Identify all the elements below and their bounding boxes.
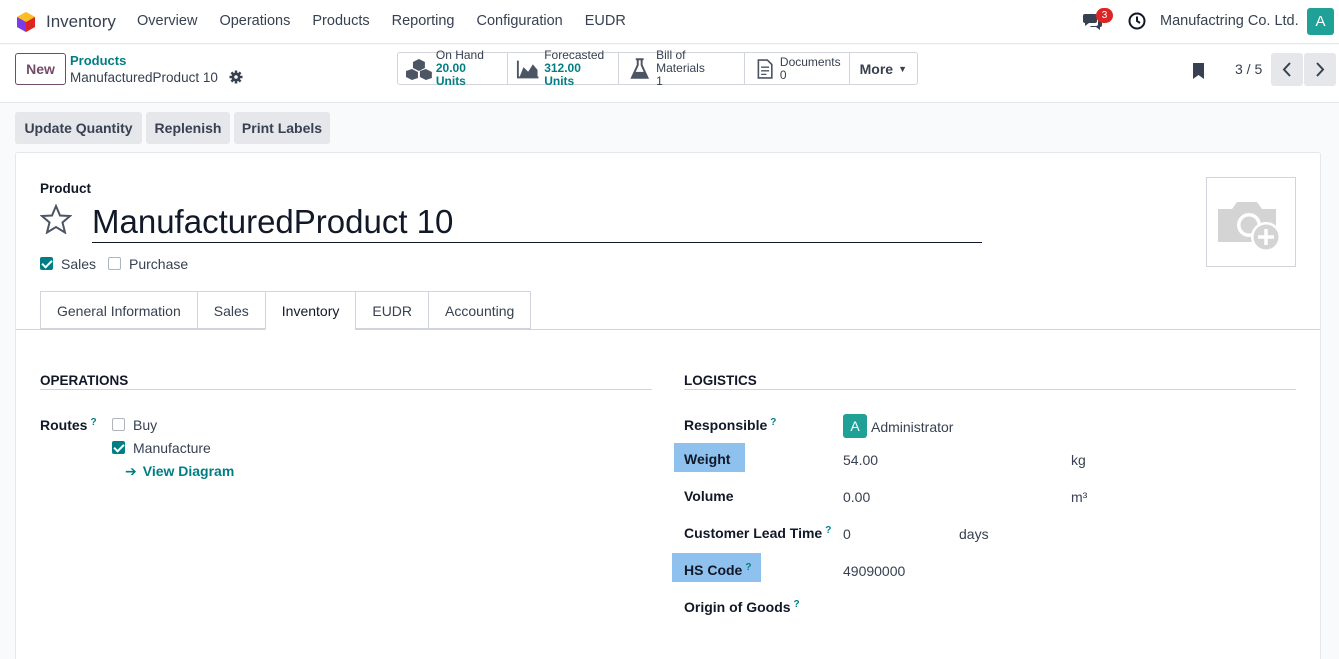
bom-value: 1	[656, 74, 663, 88]
top-navbar: Inventory Overview Operations Products R…	[0, 0, 1339, 44]
hs-code-help-icon[interactable]: ?	[745, 562, 751, 573]
app-name[interactable]: Inventory	[46, 12, 116, 32]
print-labels-button[interactable]: Print Labels	[234, 112, 330, 144]
responsible-field[interactable]: Administrator	[871, 419, 953, 435]
company-switcher[interactable]: Manufactring Co. Ltd.	[1160, 13, 1299, 29]
caret-down-icon: ▼	[898, 63, 907, 74]
on-hand-value: 20.00 Units	[435, 61, 466, 88]
tab-general-information[interactable]: General Information	[40, 291, 197, 329]
product-image-upload[interactable]	[1206, 177, 1296, 267]
product-label: Product	[40, 181, 92, 196]
product-name-input[interactable]: ManufacturedProduct 10	[92, 200, 982, 243]
bom-label: Bill of Materials	[656, 48, 705, 75]
new-button[interactable]: New	[15, 53, 66, 85]
smart-button-bom[interactable]: Bill of Materials 1	[619, 49, 745, 88]
area-chart-icon	[516, 60, 539, 78]
volume-field[interactable]: 0.00	[843, 489, 870, 505]
purchase-checkbox[interactable]	[108, 257, 121, 270]
sales-checkbox-label: Sales	[61, 256, 97, 272]
purchase-checkbox-label: Purchase	[129, 256, 189, 272]
weight-unit: kg	[1071, 452, 1086, 468]
tab-divider	[16, 329, 1320, 330]
hs-code-label-text: HS Code	[684, 562, 743, 578]
weight-label: Weight	[684, 451, 731, 467]
replenish-button[interactable]: Replenish	[146, 112, 230, 144]
tab-inventory[interactable]: Inventory	[264, 291, 356, 330]
origin-label-text: Origin of Goods	[684, 599, 791, 615]
responsible-label: Responsible?	[684, 417, 776, 433]
smart-buttons: On Hand 20.00 Units Forecasted 312.00 Un…	[397, 49, 918, 88]
clock-icon[interactable]	[1128, 12, 1146, 30]
routes-label-text: Routes	[40, 417, 88, 433]
operations-divider	[40, 389, 652, 390]
breadcrumb-products[interactable]: Products	[70, 53, 126, 68]
star-icon[interactable]	[40, 204, 72, 234]
smart-button-forecasted[interactable]: Forecasted 312.00 Units	[508, 49, 619, 88]
forecasted-value: 312.00 Units	[544, 61, 581, 88]
origin-help-icon[interactable]: ?	[794, 599, 800, 610]
responsible-help-icon[interactable]: ?	[770, 417, 776, 428]
hs-code-field[interactable]: 49090000	[843, 563, 905, 579]
view-diagram-text: View Diagram	[142, 463, 235, 479]
flask-icon	[630, 57, 649, 79]
customer-lead-time-unit: days	[959, 526, 989, 542]
lead-time-help-icon[interactable]: ?	[825, 525, 831, 536]
view-diagram-link[interactable]: ➔ View Diagram	[125, 463, 234, 480]
documents-label: Documents	[779, 54, 841, 69]
lead-time-label-text: Customer Lead Time	[684, 525, 823, 541]
hs-code-label: HS Code?	[684, 562, 751, 578]
tab-accounting[interactable]: Accounting	[428, 291, 532, 329]
menu-products[interactable]: Products	[312, 13, 369, 29]
sales-checkbox[interactable]	[40, 257, 53, 270]
bookmark-icon[interactable]	[1192, 62, 1205, 80]
inventory-app-icon[interactable]	[15, 11, 37, 33]
pager-value[interactable]: 3 / 5	[1235, 61, 1262, 77]
document-icon	[757, 58, 773, 79]
route-manufacture-checkbox[interactable]	[112, 441, 125, 454]
weight-field[interactable]: 54.00	[843, 452, 878, 468]
menu-reporting[interactable]: Reporting	[392, 13, 455, 29]
user-avatar[interactable]: A	[1307, 8, 1334, 35]
pager-previous-button[interactable]	[1271, 53, 1303, 86]
breadcrumb-current: ManufacturedProduct 10	[70, 70, 218, 85]
arrow-right-icon: ➔	[125, 463, 137, 479]
gear-icon[interactable]	[229, 70, 243, 84]
tab-sales[interactable]: Sales	[196, 291, 265, 329]
smart-button-documents[interactable]: Documents 0	[745, 53, 850, 84]
main-menu: Overview Operations Products Reporting C…	[137, 13, 648, 29]
pager-next-button[interactable]	[1304, 53, 1336, 86]
responsible-avatar: A	[843, 414, 867, 438]
more-label: More	[859, 60, 894, 77]
route-manufacture-label: Manufacture	[133, 440, 211, 456]
volume-label: Volume	[684, 488, 734, 504]
cubes-icon	[406, 58, 432, 80]
documents-value: 0	[779, 67, 787, 82]
camera-add-icon	[1218, 202, 1281, 252]
control-panel: New Products ManufacturedProduct 10 On H…	[0, 45, 1339, 103]
tab-eudr[interactable]: EUDR	[355, 291, 429, 329]
routes-help-icon[interactable]: ?	[90, 417, 96, 428]
more-dropdown-button[interactable]: More ▼	[850, 53, 917, 84]
customer-lead-time-field[interactable]: 0	[843, 526, 851, 542]
menu-configuration[interactable]: Configuration	[476, 13, 562, 29]
menu-overview[interactable]: Overview	[137, 13, 197, 29]
operations-section-title: OPERATIONS	[40, 373, 129, 388]
volume-unit: m³	[1071, 489, 1088, 505]
menu-eudr[interactable]: EUDR	[585, 13, 626, 29]
route-buy-checkbox[interactable]	[112, 418, 125, 431]
routes-label: Routes?	[40, 417, 97, 433]
menu-operations[interactable]: Operations	[219, 13, 290, 29]
logistics-section-title: LOGISTICS	[684, 373, 757, 388]
form-tabs: General Information Sales Inventory EUDR…	[40, 291, 532, 330]
responsible-label-text: Responsible	[684, 417, 768, 433]
chevron-left-icon	[1282, 62, 1291, 77]
update-quantity-button[interactable]: Update Quantity	[15, 112, 142, 144]
chevron-right-icon	[1316, 62, 1325, 77]
chat-count-badge: 3	[1096, 8, 1113, 23]
origin-of-goods-label: Origin of Goods?	[684, 599, 800, 615]
route-buy-label: Buy	[133, 417, 158, 433]
smart-button-on-hand[interactable]: On Hand 20.00 Units	[398, 49, 508, 88]
logistics-divider	[684, 389, 1296, 390]
customer-lead-time-label: Customer Lead Time?	[684, 525, 831, 541]
